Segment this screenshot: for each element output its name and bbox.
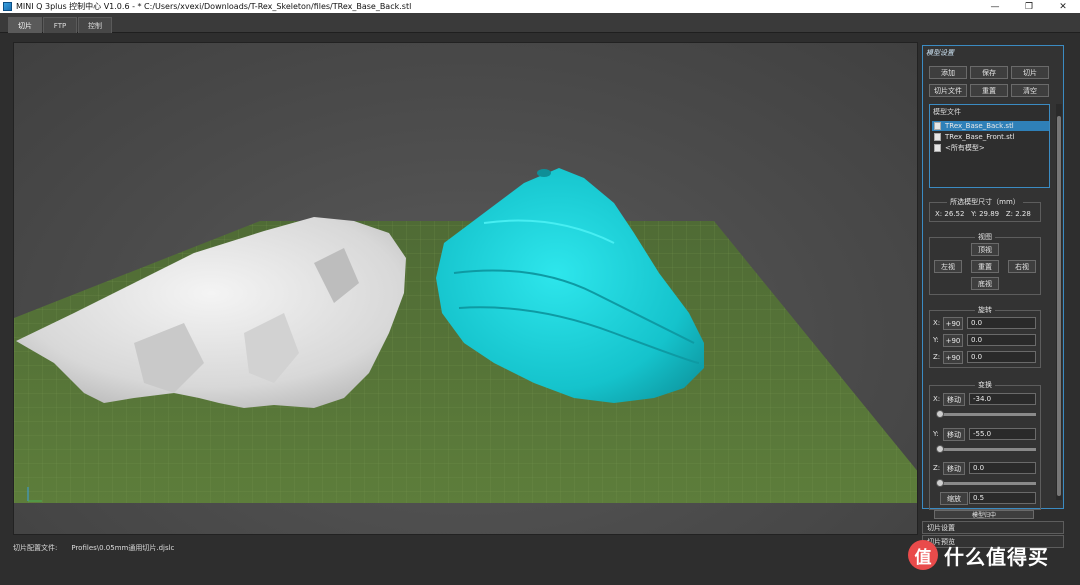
dimensions-title: 所选模型尺寸（mm） <box>947 198 1023 206</box>
rotate-z-button[interactable]: +90 <box>943 351 963 364</box>
model-settings-title: 模型设置 <box>926 49 954 57</box>
dim-y: 29.89 <box>979 210 1000 218</box>
transform-group: 变换 X: 移动 -34.0 Y: 移动 -55.0 Z: 移动 0.0 缩放 … <box>929 381 1041 510</box>
move-z-slider-thumb[interactable] <box>936 479 944 487</box>
model-file-list-label: 模型文件 <box>933 108 961 116</box>
reset-button[interactable]: 重置 <box>970 84 1008 97</box>
status-line: 切片配置文件: Profiles\0.05mm通用切片.djslc <box>13 543 174 555</box>
3d-viewport[interactable] <box>13 42 918 535</box>
rotate-y-button[interactable]: +90 <box>943 334 963 347</box>
move-y-slider[interactable] <box>940 448 1036 451</box>
dim-x: 26.52 <box>944 210 965 218</box>
file-name: TRex_Base_Back.stl <box>945 122 1014 130</box>
title-bar: MINI Q 3plus 控制中心 V1.0.6 - * C:/Users/xv… <box>0 0 1080 13</box>
tab-control[interactable]: 控制 <box>78 17 112 33</box>
tab-slice[interactable]: 切片 <box>8 17 42 33</box>
move-x-field[interactable]: -34.0 <box>969 393 1036 405</box>
window-title: MINI Q 3plus 控制中心 V1.0.6 - * C:/Users/xv… <box>16 2 412 11</box>
view-title: 视图 <box>975 233 995 241</box>
rotate-x-label: X: <box>933 319 941 327</box>
move-z-button[interactable]: 移动 <box>943 462 965 475</box>
move-x-label: X: <box>933 395 941 403</box>
model-file-list[interactable]: 模型文件 TRex_Base_Back.stl TRex_Base_Front.… <box>929 104 1050 188</box>
watermark: 值 什么值得买 <box>908 540 1049 570</box>
file-item[interactable]: TRex_Base_Back.stl <box>932 121 1049 131</box>
dimensions-readout: X: 26.52 Y: 29.89 Z: 2.28 <box>935 210 1031 218</box>
rotate-z-field[interactable]: 0.0 <box>967 351 1036 363</box>
add-button[interactable]: 添加 <box>929 66 967 79</box>
rotate-z-label: Z: <box>933 353 941 361</box>
move-z-label: Z: <box>933 464 941 472</box>
move-y-slider-thumb[interactable] <box>936 445 944 453</box>
close-button[interactable]: ✕ <box>1046 0 1080 13</box>
tab-bar: 切片 FTP 控制 <box>0 13 1080 33</box>
transform-title: 变换 <box>975 381 995 389</box>
move-x-slider[interactable] <box>940 413 1036 416</box>
rotate-y-field[interactable]: 0.0 <box>967 334 1036 346</box>
window-controls: — ❐ ✕ <box>978 0 1080 13</box>
bottom-view-button[interactable]: 底视 <box>971 277 999 290</box>
move-y-field[interactable]: -55.0 <box>969 428 1036 440</box>
move-y-button[interactable]: 移动 <box>943 428 965 441</box>
rotate-x-field[interactable]: 0.0 <box>967 317 1036 329</box>
move-y-label: Y: <box>933 430 939 438</box>
main-panel: 切片配置文件: Profiles\0.05mm通用切片.djslc 模型设置 添… <box>0 33 1080 585</box>
panel-scrollbar[interactable] <box>1056 104 1062 500</box>
model-dimensions-group: 所选模型尺寸（mm） X: 26.52 Y: 29.89 Z: 2.28 <box>929 198 1041 222</box>
viewport-scene <box>14 168 917 503</box>
file-icon <box>934 122 941 130</box>
top-view-button[interactable]: 顶视 <box>971 243 999 256</box>
move-x-slider-thumb[interactable] <box>936 410 944 418</box>
move-x-button[interactable]: 移动 <box>943 393 965 406</box>
tab-ftp[interactable]: FTP <box>43 17 77 33</box>
file-icon <box>934 144 941 152</box>
clear-button[interactable]: 清空 <box>1011 84 1049 97</box>
reset-view-button[interactable]: 重置 <box>971 260 999 273</box>
move-z-slider[interactable] <box>940 482 1036 485</box>
model-settings-panel: 模型设置 添加 保存 切片 切片文件 重置 清空 模型文件 TRex_Base_… <box>922 45 1064 510</box>
left-view-button[interactable]: 左视 <box>934 260 962 273</box>
file-item[interactable]: <所有模型> <box>932 143 1049 153</box>
slice-file-button[interactable]: 切片文件 <box>929 84 967 97</box>
right-view-button[interactable]: 右视 <box>1008 260 1036 273</box>
file-name: TRex_Base_Front.stl <box>945 133 1015 141</box>
file-icon <box>934 133 941 141</box>
minimize-button[interactable]: — <box>978 0 1012 13</box>
scale-button[interactable]: 缩放 <box>940 492 968 505</box>
watermark-logo: 值 <box>908 540 938 570</box>
rotate-x-button[interactable]: +90 <box>943 317 963 330</box>
maximize-button[interactable]: ❐ <box>1012 0 1046 13</box>
save-button[interactable]: 保存 <box>970 66 1008 79</box>
file-name: <所有模型> <box>945 144 985 152</box>
rotate-y-label: Y: <box>933 336 939 344</box>
move-z-field[interactable]: 0.0 <box>969 462 1036 474</box>
slice-button[interactable]: 切片 <box>1011 66 1049 79</box>
view-group: 视图 顶视 左视 重置 右视 底视 <box>929 233 1041 295</box>
scale-field[interactable]: 0.5 <box>969 492 1036 504</box>
center-model-button[interactable]: 模型归中 <box>934 510 1034 519</box>
profile-label: 切片配置文件: <box>13 544 58 552</box>
slice-settings-section[interactable]: 切片设置 <box>922 521 1064 534</box>
rotate-group: 旋转 X: +90 0.0 Y: +90 0.0 Z: +90 0.0 <box>929 306 1041 368</box>
file-item[interactable]: TRex_Base_Front.stl <box>932 132 1049 142</box>
rotate-title: 旋转 <box>975 306 995 314</box>
watermark-text: 什么值得买 <box>944 544 1049 569</box>
profile-value: Profiles\0.05mm通用切片.djslc <box>71 544 175 552</box>
app-icon <box>3 2 12 11</box>
panel-scrollbar-thumb[interactable] <box>1057 116 1061 496</box>
dim-z: 2.28 <box>1015 210 1031 218</box>
